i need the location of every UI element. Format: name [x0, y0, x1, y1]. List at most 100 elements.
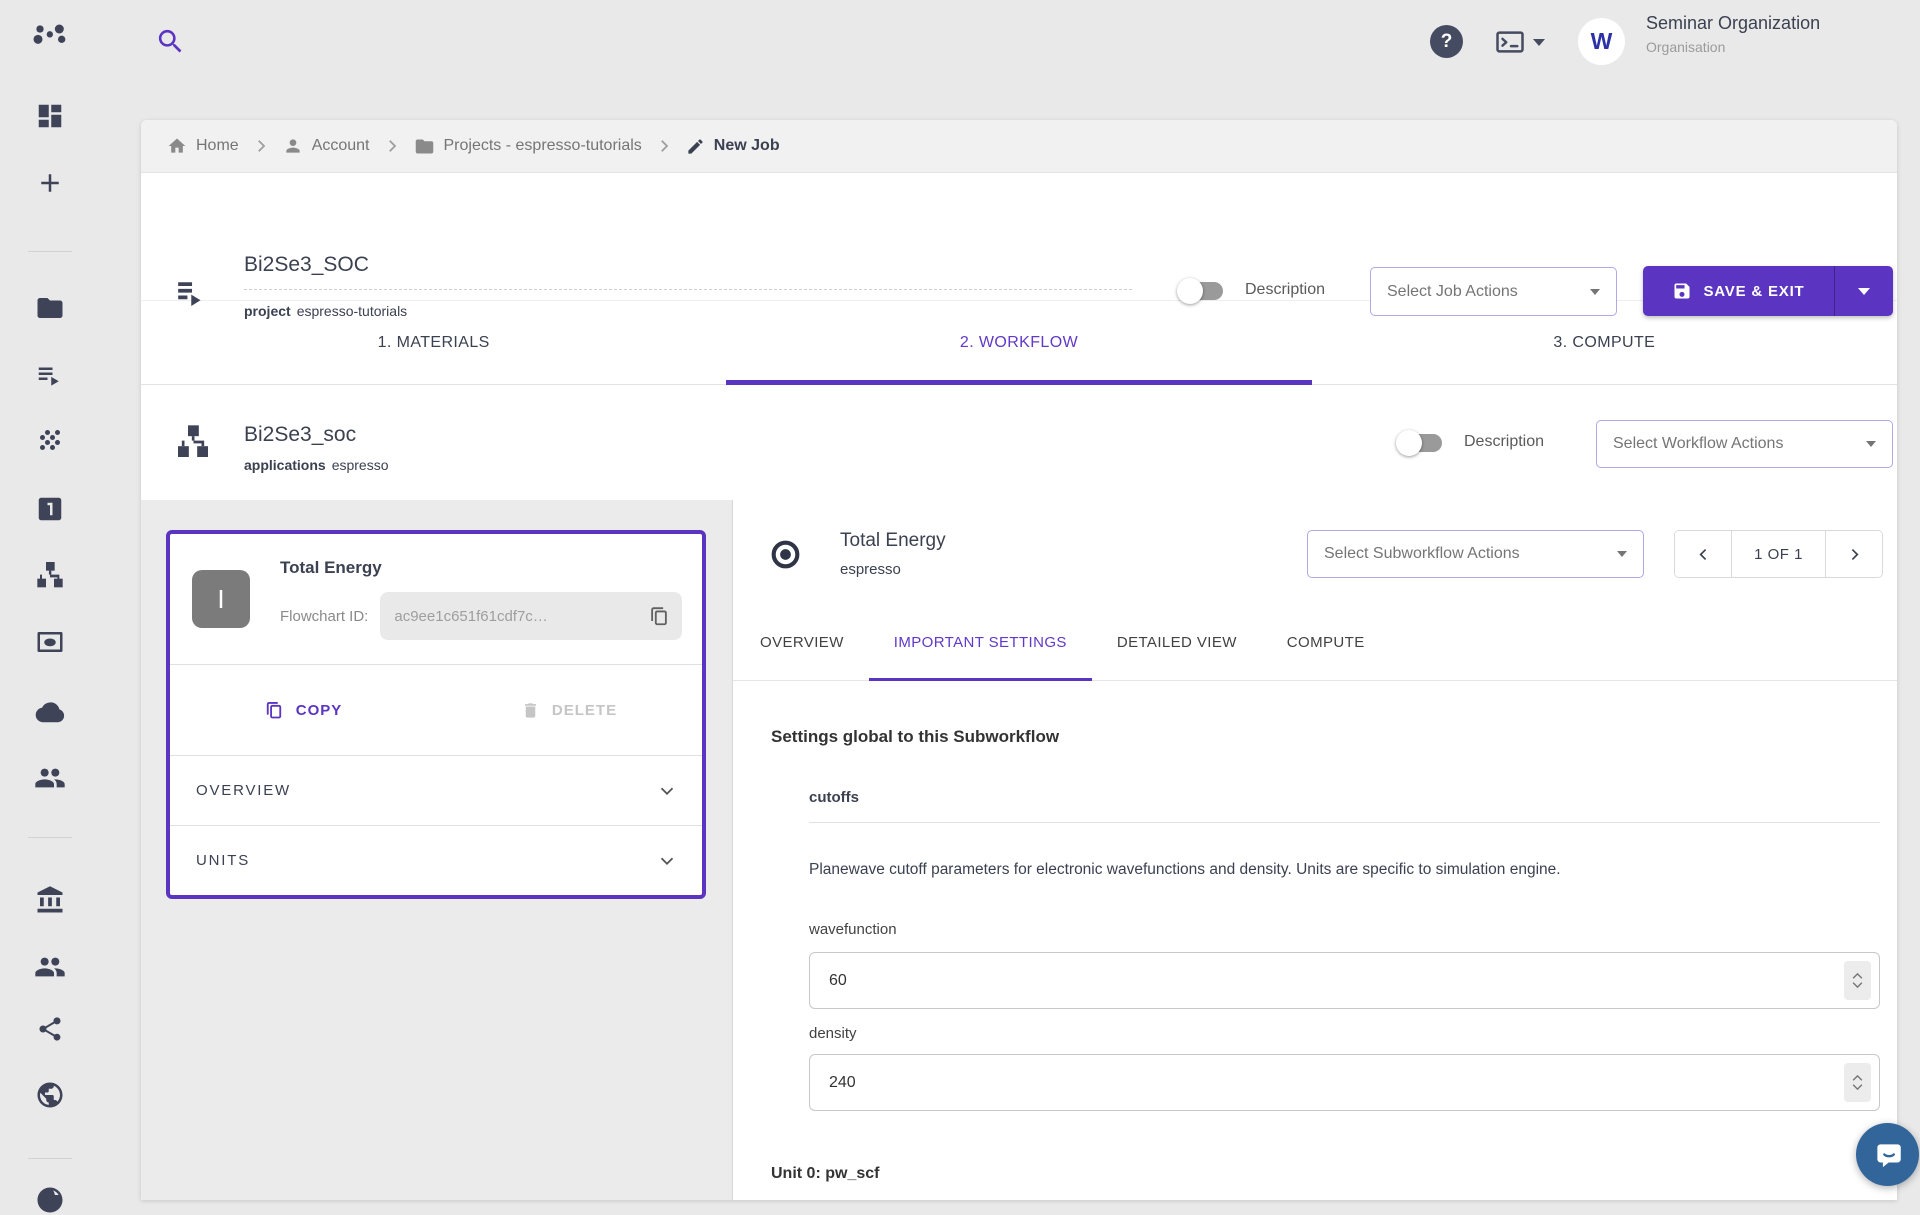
flowchart-id-field[interactable]: ac9ee1c651f61cdf7c… — [380, 592, 682, 640]
unit-initial: I — [217, 584, 224, 615]
logo-icon[interactable] — [0, 21, 100, 61]
tab-label: COMPUTE — [1287, 634, 1365, 651]
density-label: density — [809, 1025, 1880, 1042]
console-menu-button[interactable] — [1494, 27, 1545, 57]
cutoffs-group: cutoffs Planewave cutoff parameters for … — [809, 789, 1880, 1111]
unit-title: Total Energy — [280, 558, 682, 578]
tab-workflow[interactable]: 2. WORKFLOW — [726, 301, 1311, 384]
divider — [809, 822, 1880, 823]
wavefunction-field — [809, 952, 1880, 1009]
folder-icon[interactable] — [0, 293, 100, 323]
next-page-button[interactable] — [1826, 531, 1882, 577]
avatar[interactable]: W — [1578, 18, 1625, 65]
sidebar-divider — [28, 1158, 72, 1159]
accordion-label: OVERVIEW — [196, 782, 291, 799]
cloud-upload-icon[interactable] — [0, 696, 100, 728]
breadcrumb: Home Account Projects - espresso-tutoria… — [141, 120, 1897, 173]
folder-icon — [414, 136, 435, 157]
trash-icon — [521, 701, 540, 720]
unit-card-header: I Total Energy Flowchart ID: ac9ee1c651f… — [170, 534, 702, 664]
workflow-description-label: Description — [1464, 433, 1544, 451]
job-title[interactable]: Bi2Se3_SOC — [244, 253, 369, 276]
prev-page-button[interactable] — [1675, 531, 1731, 577]
people-icon[interactable] — [0, 951, 100, 983]
tab-label: 2. WORKFLOW — [960, 334, 1078, 352]
accordion-units[interactable]: UNITS — [170, 825, 702, 895]
workflow-actions-label: Select Workflow Actions — [1613, 435, 1783, 453]
wizard-steps: 1. MATERIALS 2. WORKFLOW 3. COMPUTE — [141, 300, 1897, 385]
sidebar — [0, 0, 100, 1200]
unit-0-heading: Unit 0: pw_scf — [771, 1165, 1880, 1183]
team-icon[interactable] — [0, 762, 100, 794]
unit-one-icon[interactable] — [0, 494, 100, 524]
tab-important-settings[interactable]: IMPORTANT SETTINGS — [869, 604, 1092, 680]
unit-card-selected[interactable]: I Total Energy Flowchart ID: ac9ee1c651f… — [166, 530, 706, 899]
org-switcher[interactable]: Seminar Organization Organisation — [1646, 13, 1820, 55]
density-stepper[interactable] — [1844, 1063, 1871, 1102]
sidebar-divider — [28, 837, 72, 838]
page-indicator: 1 OF 1 — [1731, 531, 1826, 577]
chevron-down-icon — [1866, 441, 1876, 447]
pencil-icon — [686, 137, 705, 156]
workflows-icon[interactable] — [0, 560, 100, 592]
chat-bubble-icon — [1871, 1138, 1905, 1172]
save-icon — [1672, 281, 1692, 301]
workflow-tree-icon — [173, 422, 213, 462]
copy-icon[interactable] — [648, 605, 670, 627]
wavefunction-label: wavefunction — [809, 921, 1880, 938]
globe-partial-icon[interactable] — [0, 1185, 100, 1215]
cutoffs-description: Planewave cutoff parameters for electron… — [809, 861, 1880, 879]
density-input[interactable] — [809, 1054, 1880, 1111]
chevron-right-icon — [383, 137, 401, 155]
tab-label: OVERVIEW — [760, 634, 844, 651]
chevron-down-icon — [1858, 288, 1870, 295]
help-icon[interactable]: ? — [1430, 25, 1463, 58]
breadcrumb-home[interactable]: Home — [167, 136, 239, 156]
copy-unit-button[interactable]: COPY — [264, 700, 343, 720]
breadcrumb-project[interactable]: Projects - espresso-tutorials — [414, 136, 642, 157]
globe-icon[interactable] — [0, 1080, 100, 1110]
job-description-label: Description — [1245, 281, 1325, 299]
workflow-description-toggle[interactable] — [1396, 430, 1442, 456]
workflow-title[interactable]: Bi2Se3_soc — [244, 423, 356, 447]
subworkflow-actions-select[interactable]: Select Subworkflow Actions — [1307, 530, 1644, 578]
terminal-icon — [1494, 27, 1526, 57]
wavefunction-input[interactable] — [809, 952, 1880, 1009]
tab-detailed-view[interactable]: DETAILED VIEW — [1092, 604, 1262, 680]
flowchart-id-label: Flowchart ID: — [280, 608, 368, 625]
tab-materials[interactable]: 1. MATERIALS — [141, 301, 726, 384]
tab-overview[interactable]: OVERVIEW — [735, 604, 869, 680]
search-icon[interactable] — [155, 26, 186, 57]
jobs-icon[interactable] — [0, 360, 100, 390]
tab-label: IMPORTANT SETTINGS — [894, 634, 1067, 651]
tab-compute[interactable]: COMPUTE — [1262, 604, 1390, 680]
radio-selected-icon — [769, 538, 802, 571]
add-icon[interactable] — [0, 168, 100, 198]
chat-launcher-button[interactable] — [1856, 1123, 1919, 1186]
applications-label: applications — [244, 457, 326, 473]
images-icon[interactable] — [0, 627, 100, 657]
materials-icon[interactable] — [0, 425, 100, 455]
tab-compute[interactable]: 3. COMPUTE — [1312, 301, 1897, 384]
breadcrumb-account[interactable]: Account — [283, 136, 370, 156]
delete-unit-button[interactable]: DELETE — [521, 701, 617, 720]
wavefunction-stepper[interactable] — [1844, 961, 1871, 1000]
job-actions-label: Select Job Actions — [1387, 283, 1518, 301]
home-icon — [167, 136, 187, 156]
flowchart-id-value: ac9ee1c651f61cdf7c… — [394, 608, 638, 625]
dashboard-icon[interactable] — [0, 101, 100, 131]
breadcrumb-label: Account — [312, 137, 370, 155]
share-icon[interactable] — [0, 1015, 100, 1043]
job-title-block: Bi2Se3_SOC — [244, 253, 1132, 290]
breadcrumb-current: New Job — [686, 137, 780, 156]
accordion-overview[interactable]: OVERVIEW — [170, 755, 702, 825]
breadcrumb-label: Projects - espresso-tutorials — [444, 137, 642, 155]
workflow-actions-select[interactable]: Select Workflow Actions — [1596, 420, 1893, 468]
units-sidebar: I Total Energy Flowchart ID: ac9ee1c651f… — [141, 500, 733, 1200]
bank-icon[interactable] — [0, 885, 100, 915]
copy-icon — [264, 700, 284, 720]
chevron-right-icon — [252, 137, 270, 155]
org-role: Organisation — [1646, 39, 1820, 55]
subworkflow-panel: Total Energy espresso Select Subworkflow… — [733, 500, 1897, 1200]
main-content-card: Home Account Projects - espresso-tutoria… — [141, 120, 1897, 1200]
